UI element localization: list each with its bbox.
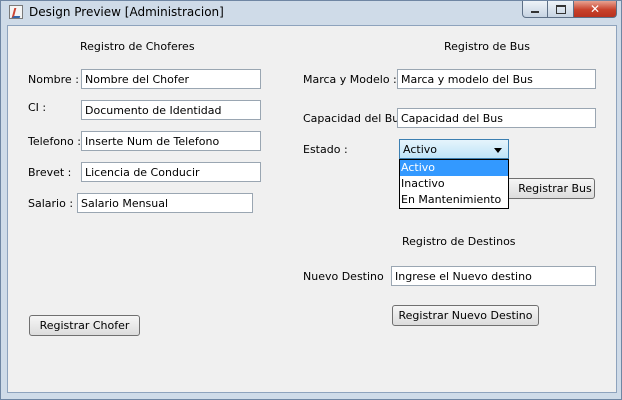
brevet-field[interactable] [81,162,261,182]
registrar-chofer-button[interactable]: Registrar Chofer [29,315,140,336]
bus-heading: Registro de Bus [444,40,531,53]
estado-selected-value: Activo [403,143,437,156]
marca-label: Marca y Modelo : [303,73,397,86]
nuevo-destino-label: Nuevo Destino [303,270,384,283]
registrar-bus-button[interactable]: Registrar Bus [505,178,595,199]
app-window: Design Preview [Administracion] ✕ Regist… [0,0,622,400]
estado-dropdown-list: Activo Inactivo En Mantenimiento [399,159,509,209]
salario-label: Salario : [28,197,74,210]
java-app-icon [9,5,23,19]
estado-label: Estado : [303,143,348,156]
close-icon: ✕ [589,2,601,16]
maximize-button[interactable] [548,1,574,18]
minimize-button[interactable] [522,1,548,18]
maximize-icon [555,4,566,14]
window-title: Design Preview [Administracion] [29,5,224,19]
minimize-icon [531,10,539,13]
telefono-label: Telefono : [28,135,81,148]
marca-field[interactable] [397,69,596,89]
registrar-destino-button[interactable]: Registrar Nuevo Destino [392,305,539,326]
estado-combobox[interactable]: Activo [399,139,509,159]
estado-option-mantenimiento[interactable]: En Mantenimiento [400,192,508,208]
nombre-label: Nombre : [28,73,79,86]
estado-option-inactivo[interactable]: Inactivo [400,176,508,192]
chevron-down-icon[interactable] [494,148,502,153]
capacidad-label: Capacidad del Bus: [303,112,409,125]
nuevo-destino-field[interactable] [391,266,596,286]
salario-field[interactable] [77,193,253,213]
window-controls: ✕ [522,1,617,19]
telefono-field[interactable] [81,131,261,151]
ci-label: CI : [28,101,47,114]
title-bar[interactable]: Design Preview [Administracion] ✕ [1,1,621,25]
nombre-field[interactable] [81,69,261,89]
close-button[interactable]: ✕ [574,1,617,18]
destinos-heading: Registro de Destinos [402,235,516,248]
ci-field[interactable] [81,100,261,120]
main-panel: Registro de Choferes Nombre : CI : Telef… [7,25,617,393]
capacidad-field[interactable] [397,108,596,128]
choferes-heading: Registro de Choferes [80,40,195,53]
estado-option-activo[interactable]: Activo [400,160,508,176]
brevet-label: Brevet : [28,166,72,179]
